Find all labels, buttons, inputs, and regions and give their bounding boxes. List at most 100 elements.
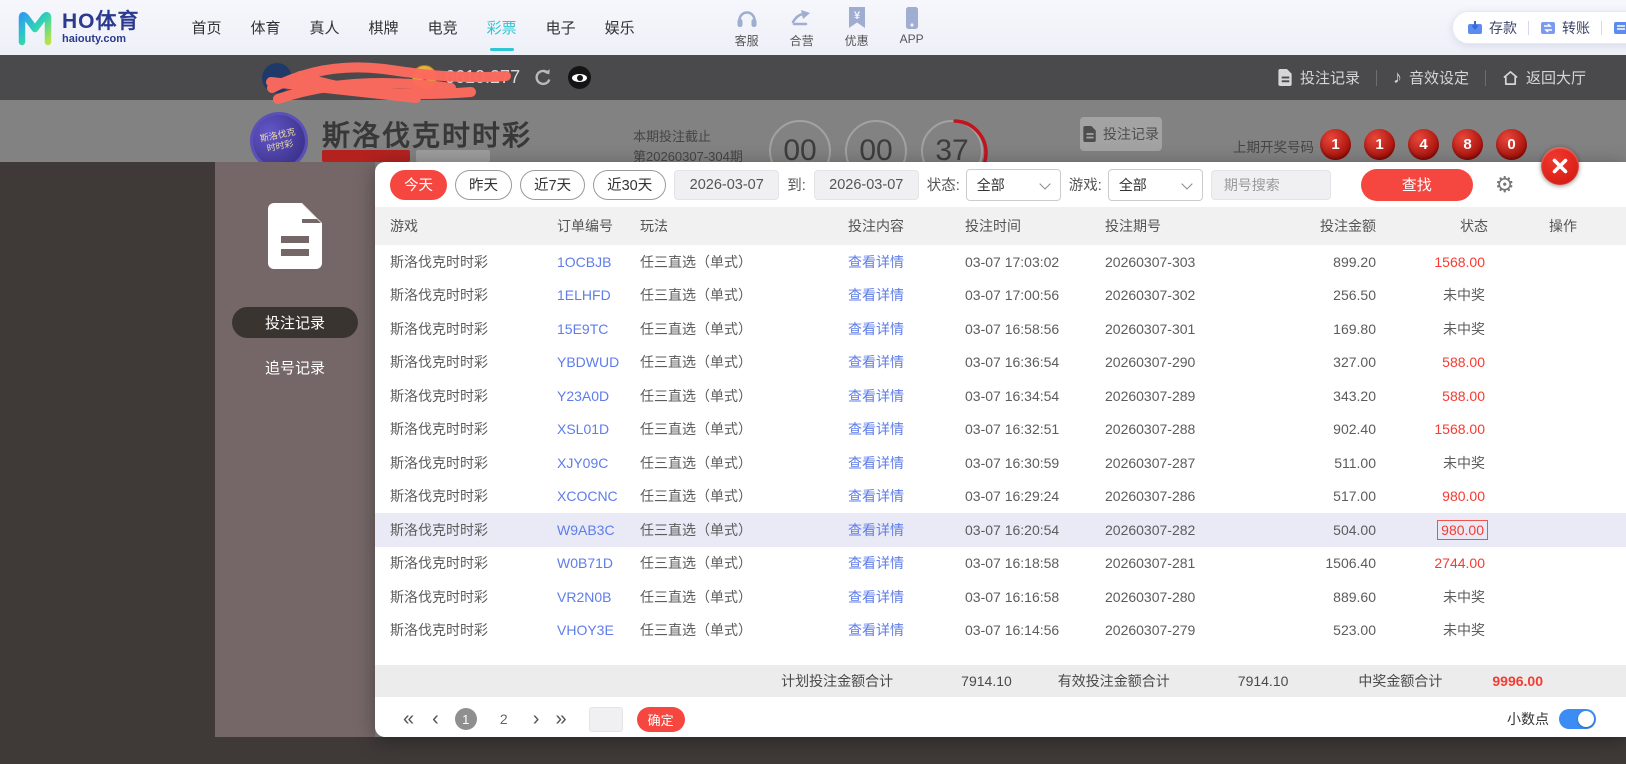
- date-to-input[interactable]: 2026-03-07: [813, 169, 919, 200]
- cell-status: 588.00: [1390, 387, 1500, 405]
- document-icon: [268, 203, 322, 269]
- promotions-button[interactable]: ¥ 优惠: [837, 6, 877, 49]
- view-detail-link[interactable]: 查看详情: [848, 321, 904, 337]
- customer-service-button[interactable]: 客服: [727, 6, 767, 49]
- view-detail-link[interactable]: 查看详情: [848, 354, 904, 370]
- order-id-link[interactable]: VR2N0B: [535, 589, 640, 605]
- table-row: 斯洛伐克时时彩 XCOCNC 任三直选（单式） 查看详情 03-07 16:29…: [375, 479, 1626, 513]
- status-value: 980.00: [1437, 519, 1488, 540]
- table-row: 斯洛伐克时时彩 VHOY3E 任三直选（单式） 查看详情 03-07 16:14…: [375, 613, 1626, 647]
- deposit-link[interactable]: 存款: [1467, 18, 1517, 38]
- order-id-link[interactable]: Y23A0D: [535, 388, 640, 404]
- view-detail-link[interactable]: 查看详情: [848, 254, 904, 270]
- sidebar-item[interactable]: 追号记录: [232, 352, 358, 383]
- cell-time: 03-07 16:14:56: [965, 622, 1060, 639]
- brand-logo-icon: [18, 11, 52, 45]
- partner-button[interactable]: 合营: [782, 6, 822, 49]
- menu-item[interactable]: 真人: [310, 13, 340, 42]
- withdraw-link[interactable]: 取款: [1613, 18, 1626, 38]
- view-detail-link[interactable]: 查看详情: [848, 421, 904, 437]
- document-icon: [1083, 126, 1096, 142]
- order-id-link[interactable]: 15E9TC: [535, 321, 640, 337]
- game-select[interactable]: 全部: [1107, 168, 1203, 201]
- view-detail-link[interactable]: 查看详情: [848, 555, 904, 571]
- date-quick-filter[interactable]: 昨天: [455, 169, 512, 200]
- order-id-link[interactable]: YBDWUD: [535, 354, 640, 370]
- cell-play: 任三直选（单式）: [640, 387, 752, 404]
- cell-game: 斯洛伐克时时彩: [390, 588, 488, 605]
- view-detail-link[interactable]: 查看详情: [848, 522, 904, 538]
- date-quick-filter[interactable]: 今天: [390, 169, 447, 200]
- cell-amount: 517.00: [1333, 488, 1376, 505]
- user-avatar[interactable]: [262, 62, 292, 93]
- prev-page-button[interactable]: [432, 709, 439, 729]
- view-detail-link[interactable]: 查看详情: [848, 589, 904, 605]
- order-id-link[interactable]: XJY09C: [535, 455, 640, 471]
- cell-time: 03-07 16:34:54: [965, 387, 1060, 404]
- valid-total-value: 7914.10: [1237, 673, 1289, 689]
- first-page-button[interactable]: [403, 709, 414, 729]
- brand[interactable]: HO体育 haiouty.com: [16, 10, 140, 46]
- cell-game: 斯洛伐克时时彩: [390, 354, 488, 371]
- view-detail-link[interactable]: 查看详情: [848, 622, 904, 638]
- date-quick-filter[interactable]: 近7天: [520, 169, 586, 200]
- close-icon: [1552, 158, 1568, 174]
- cell-status: 588.00: [1390, 353, 1500, 371]
- search-button[interactable]: 查找: [1360, 168, 1473, 201]
- bet-records-link[interactable]: 投注记录: [1278, 67, 1360, 88]
- menu-item[interactable]: 棋牌: [369, 13, 399, 42]
- eye-toggle-icon[interactable]: [568, 66, 592, 89]
- order-id-link[interactable]: XCOCNC: [535, 488, 640, 504]
- menu-item[interactable]: 电子: [546, 13, 576, 42]
- date-from-input[interactable]: 2026-03-07: [674, 169, 780, 200]
- cell-amount: 899.20: [1333, 253, 1376, 270]
- page-number[interactable]: 2: [493, 708, 515, 730]
- sound-settings-link[interactable]: 音效设定: [1393, 67, 1469, 88]
- view-detail-link[interactable]: 查看详情: [848, 455, 904, 471]
- status-value: 980.00: [1442, 488, 1485, 505]
- header-bet-records-button[interactable]: 投注记录: [1080, 117, 1162, 151]
- menu-item[interactable]: 彩票: [487, 13, 517, 51]
- page-jump-input[interactable]: [588, 706, 623, 732]
- view-detail-link[interactable]: 查看详情: [848, 388, 904, 404]
- period-search-input[interactable]: [1210, 169, 1331, 200]
- menu-item[interactable]: 体育: [251, 13, 281, 42]
- cell-status: 1568.00: [1390, 253, 1500, 271]
- order-id-link[interactable]: VHOY3E: [535, 622, 640, 638]
- refresh-icon[interactable]: [533, 68, 553, 88]
- modal-close-button[interactable]: [1541, 147, 1579, 185]
- play-mode-button-clipped[interactable]: [322, 150, 410, 162]
- cell-game: 斯洛伐克时时彩: [390, 555, 488, 572]
- status-value: 未中奖: [1443, 320, 1485, 337]
- order-id-link[interactable]: 1ELHFD: [535, 287, 640, 303]
- order-id-link[interactable]: W0B71D: [535, 555, 640, 571]
- order-id-link[interactable]: XSL01D: [535, 421, 640, 437]
- view-detail-link[interactable]: 查看详情: [848, 287, 904, 303]
- menu-item[interactable]: 首页: [192, 13, 222, 42]
- menu-item[interactable]: 娱乐: [605, 13, 635, 42]
- decimal-toggle[interactable]: [1559, 709, 1596, 729]
- view-detail-link[interactable]: 查看详情: [848, 488, 904, 504]
- cell-play: 任三直选（单式）: [640, 253, 752, 270]
- order-id-link[interactable]: W9AB3C: [535, 522, 640, 538]
- date-quick-filter[interactable]: 近30天: [593, 169, 667, 200]
- col-play: 玩法: [640, 218, 668, 234]
- confirm-button[interactable]: 确定: [636, 706, 685, 732]
- page-number[interactable]: 1: [454, 708, 477, 730]
- top-navbar: HO体育 haiouty.com 首页 体育 真人 棋牌 电竞 彩票 电子 娱乐 客服 合营 …: [0, 0, 1626, 55]
- secondary-mode-button-clipped[interactable]: [416, 150, 490, 162]
- back-to-lobby-link[interactable]: 返回大厅: [1502, 67, 1586, 88]
- menu-item[interactable]: 电竞: [428, 13, 458, 42]
- status-select[interactable]: 全部: [965, 168, 1061, 201]
- order-id-link[interactable]: 1OCBJB: [535, 254, 640, 270]
- transfer-link[interactable]: 转账: [1540, 18, 1590, 38]
- table-row: 斯洛伐克时时彩 W0B71D 任三直选（单式） 查看详情 03-07 16:18…: [375, 546, 1626, 580]
- last-page-button[interactable]: [555, 709, 566, 729]
- gear-icon[interactable]: [1495, 172, 1515, 198]
- next-page-button[interactable]: [533, 709, 540, 729]
- cell-status: 980.00: [1390, 519, 1500, 540]
- bet-records-modal: 今天 昨天 近7天 近30天 2026-03-07 到: 2026-03-07 状态:…: [375, 162, 1626, 737]
- app-download-button[interactable]: APP: [892, 6, 932, 49]
- partner-icon: [782, 6, 822, 30]
- sidebar-item[interactable]: 投注记录: [232, 307, 358, 338]
